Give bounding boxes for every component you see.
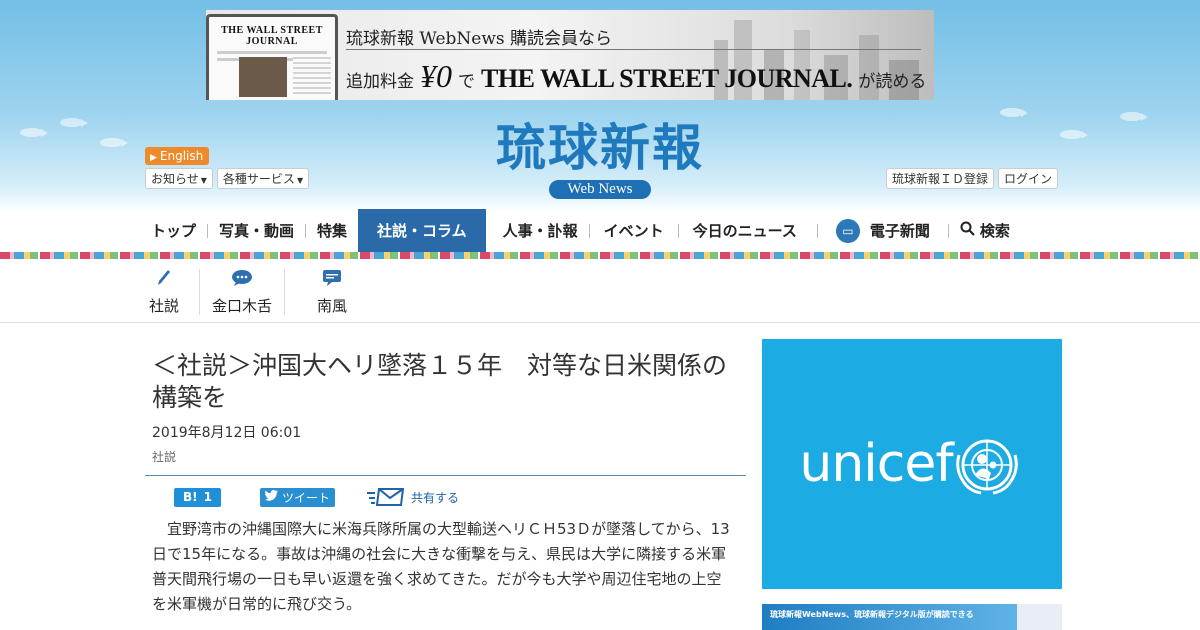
fish-decoration — [80, 505, 108, 514]
unicef-wordmark: unicef — [799, 434, 953, 494]
ad-prefix: 追加料金 — [346, 72, 414, 92]
chat-icon — [322, 269, 342, 291]
nav-search[interactable]: 検索 — [949, 209, 1021, 252]
nav-e-paper[interactable]: ▭ 電子新聞 — [818, 209, 948, 252]
fish-decoration — [1060, 130, 1088, 139]
site-logo[interactable]: 琉球新報 Web News — [450, 118, 750, 199]
header-left-menu: お知らせ ▼ 各種サービス ▼ — [145, 168, 310, 189]
hatena-icon: B! — [183, 490, 198, 504]
unicef-emblem-icon — [955, 439, 1018, 495]
logo-text: 琉球新報 — [496, 118, 704, 177]
fish-decoration — [1000, 108, 1028, 117]
nav-todays-news[interactable]: 今日のニュース — [679, 209, 817, 252]
play-arrow-icon: ▶ — [150, 153, 157, 163]
id-register-button[interactable]: 琉球新報ＩＤ登録 — [886, 168, 995, 189]
header-right-menu: 琉球新報ＩＤ登録 ログイン — [886, 168, 1059, 189]
e-paper-label: 電子新聞 — [869, 222, 930, 240]
ad-brand: THE WALL STREET JOURNAL. — [481, 64, 853, 93]
monitor-icon: ▭ — [835, 218, 860, 243]
hatena-count: 1 — [203, 490, 212, 504]
notice-label: お知らせ — [151, 172, 199, 186]
laptop-image: THE WALL STREET JOURNAL — [206, 14, 338, 100]
search-icon — [960, 221, 975, 240]
nav-features[interactable]: 特集 — [306, 209, 358, 252]
fish-decoration — [10, 485, 38, 494]
share-label: 共有する — [411, 490, 460, 505]
subnav-divider — [0, 322, 1200, 323]
tweet-button[interactable]: ツイート — [260, 487, 335, 507]
nav-personnel-obituary[interactable]: 人事・訃報 — [486, 209, 589, 252]
login-button[interactable]: ログイン — [998, 168, 1059, 189]
fish-decoration — [20, 128, 48, 137]
subnav-nanpu-label: 南風 — [316, 296, 347, 315]
subnav-kinkuchi-label: 金口木舌 — [211, 296, 272, 315]
ad-headline: 琉球新報 WebNews 購読会員なら — [346, 29, 613, 49]
ad-offer-line: 追加料金 ¥0 で THE WALL STREET JOURNAL. が読める — [346, 58, 926, 95]
article-body: 宜野湾市の沖縄国際大に米海兵隊所属の大型輸送ヘリＣＨ53Ｄが墜落してから、13日… — [152, 520, 730, 613]
english-label: English — [159, 149, 204, 163]
services-label: 各種サービス — [222, 172, 295, 186]
share-buttons: B! 1 ツイート 共有する — [174, 487, 459, 507]
subnav-kinkuchi-bokuzetsu[interactable]: 金口木舌 — [200, 262, 284, 322]
nav-editorial-column[interactable]: 社説・コラム — [358, 209, 486, 252]
ad-mid: で — [458, 72, 475, 92]
unicef-ad[interactable]: unicef — [762, 339, 1062, 589]
notice-dropdown[interactable]: お知らせ ▼ — [145, 168, 213, 189]
services-dropdown[interactable]: 各種サービス ▼ — [216, 168, 310, 189]
main-nav: トップ 写真・動画 特集 社説・コラム 人事・訃報 イベント 今日のニュース ▭… — [145, 209, 1021, 252]
mail-send-icon — [367, 488, 405, 506]
wsj-banner-ad[interactable]: THE WALL STREET JOURNAL 琉球新報 WebNews 購読会… — [206, 10, 934, 100]
fish-decoration — [100, 138, 128, 147]
caret-down-icon: ▼ — [200, 176, 207, 185]
fish-decoration — [1090, 340, 1118, 349]
ad-price: ¥0 — [420, 58, 452, 94]
article-category[interactable]: 社説 — [152, 448, 176, 465]
speech-bubble-icon — [231, 269, 253, 291]
hatena-bookmark-button[interactable]: B! 1 — [174, 487, 221, 507]
english-button[interactable]: ▶ English — [145, 147, 210, 165]
logo-subtitle: Web News — [549, 180, 651, 199]
nav-events[interactable]: イベント — [590, 209, 678, 252]
twitter-bird-icon — [264, 490, 278, 504]
search-label: 検索 — [979, 222, 1010, 240]
article-title: ＜社説＞沖国大ヘリ墜落１５年 対等な日米関係の構築を — [152, 351, 728, 412]
fish-decoration — [40, 470, 68, 479]
tweet-label: ツイート — [281, 490, 330, 505]
sub-nav: 社説 金口木舌 南風 — [145, 262, 379, 322]
share-button[interactable]: 共有する — [367, 487, 459, 507]
decorative-pattern-band — [0, 252, 1200, 259]
subnav-editorial-label: 社説 — [148, 296, 179, 315]
nav-top[interactable]: トップ — [145, 209, 207, 252]
ad-suffix: が読める — [858, 72, 927, 92]
laptop-masthead: THE WALL STREET JOURNAL — [221, 25, 323, 47]
article-divider — [145, 475, 746, 476]
article-date: 2019年8月12日 06:01 — [152, 425, 302, 441]
webnews-subscription-ad[interactable]: 琉球新報WebNews、琉球新報デジタル版が購読できる — [762, 604, 1062, 630]
fish-decoration — [60, 118, 88, 127]
subnav-nanpu[interactable]: 南風 — [285, 262, 379, 322]
nav-photo-video[interactable]: 写真・動画 — [208, 209, 305, 252]
fish-decoration — [1130, 330, 1158, 339]
fish-decoration — [1120, 112, 1148, 121]
pen-icon — [157, 269, 171, 291]
caret-down-icon: ▼ — [296, 176, 304, 185]
subnav-editorial[interactable]: 社説 — [145, 262, 183, 322]
